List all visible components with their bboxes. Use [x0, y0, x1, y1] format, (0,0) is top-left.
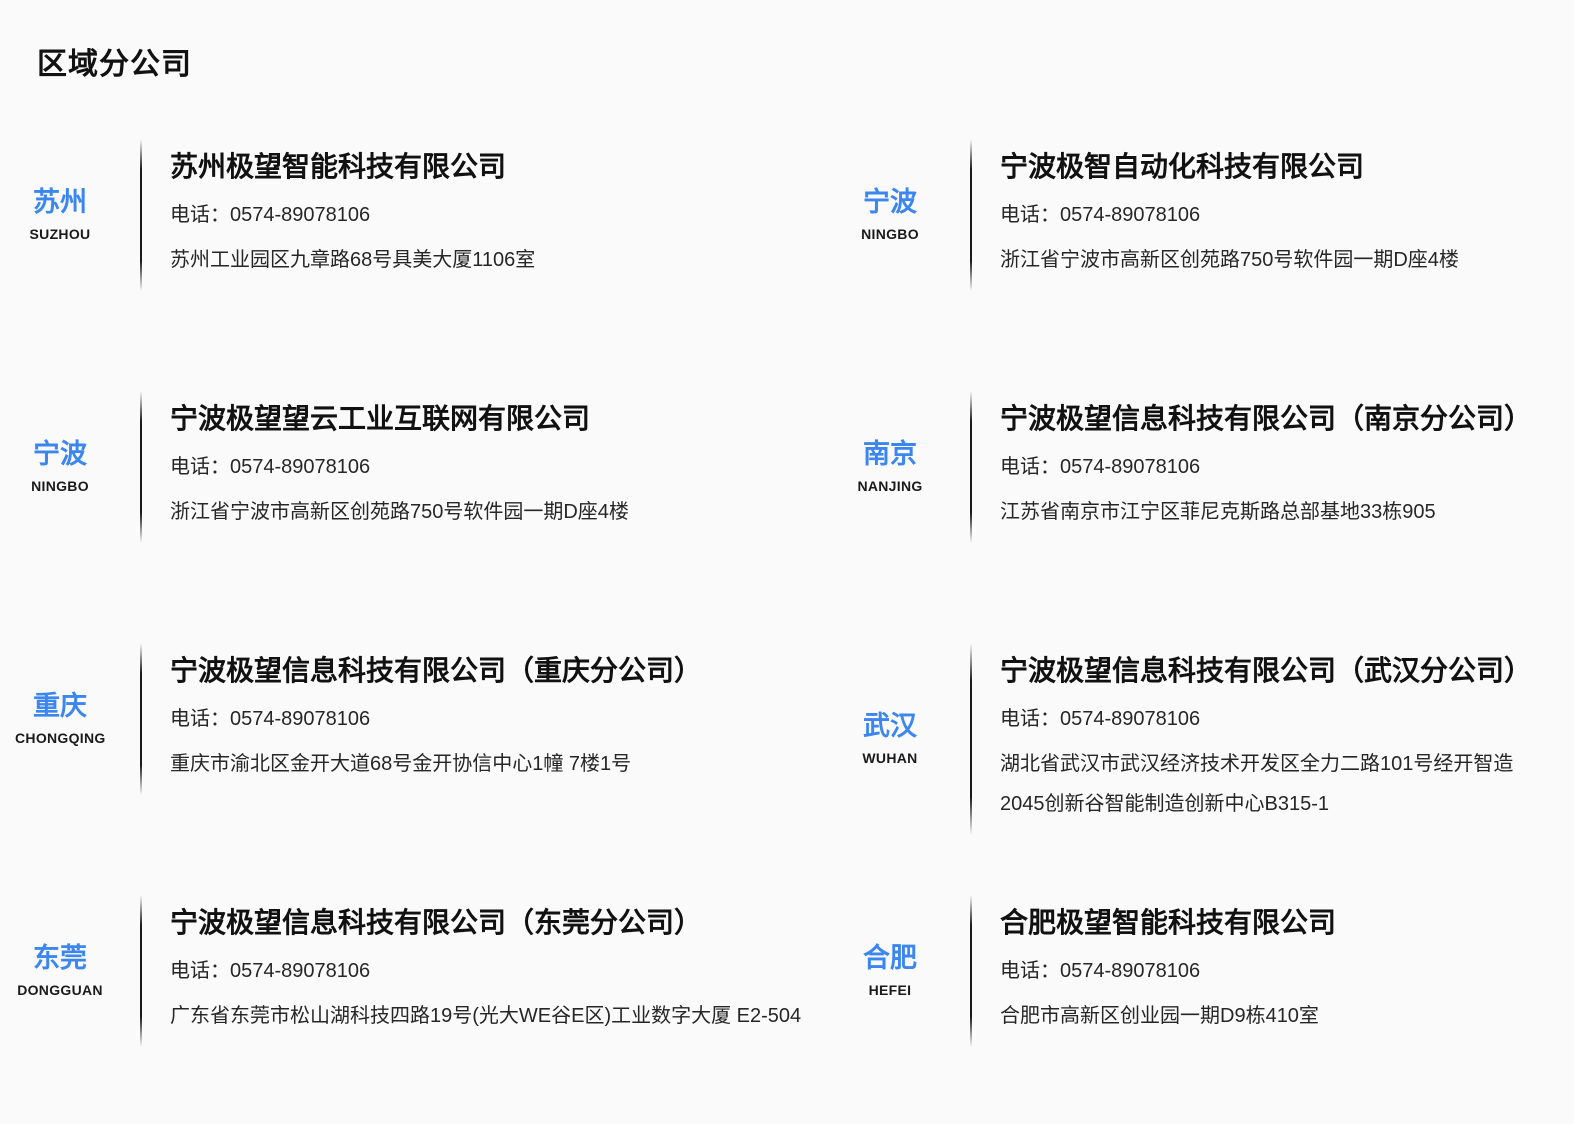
vertical-divider — [140, 643, 142, 796]
branch-city-name-cn: 重庆 — [15, 691, 105, 722]
branch-city-block: 东莞 DONGGUAN — [15, 943, 105, 998]
branch-company-name: 宁波极望信息科技有限公司（武汉分公司） — [1000, 654, 1525, 688]
phone-number: 0574-89078106 — [230, 456, 370, 478]
branch-address: 湖北省武汉市武汉经济技术开发区全力二路101号经开智造2045创新谷智能制造创新… — [1000, 744, 1525, 824]
branch-address: 重庆市渝北区金开大道68号金开协信中心1幢 7楼1号 — [170, 744, 702, 784]
branch-phone: 电话：0574-89078106 — [1000, 203, 1459, 227]
branch-city-name-en: CHONGQING — [15, 730, 105, 746]
vertical-divider — [970, 895, 972, 1048]
branch-city-name-en: DONGGUAN — [15, 982, 105, 998]
branch-company-name: 宁波极望信息科技有限公司（重庆分公司） — [170, 654, 702, 688]
branch-city-name-en: NINGBO — [15, 478, 105, 494]
branch-city-name-cn: 宁波 — [15, 439, 105, 470]
branch-city-block: 重庆 CHONGQING — [15, 691, 105, 746]
phone-label: 电话： — [170, 708, 230, 730]
branch-details: 合肥极望智能科技有限公司 电话：0574-89078106 合肥市高新区创业园一… — [1000, 904, 1336, 1039]
branch-details: 宁波极望信息科技有限公司（武汉分公司） 电话：0574-89078106 湖北省… — [1000, 652, 1525, 827]
branch-address: 广东省东莞市松山湖科技四路19号(光大WE谷E区)工业数字大厦 E2-504 — [170, 996, 801, 1036]
branch-card: 苏州 SUZHOU 苏州极望智能科技有限公司 电话：0574-89078106 … — [15, 148, 845, 283]
branch-phone: 电话：0574-89078106 — [1000, 455, 1525, 479]
phone-label: 电话： — [170, 204, 230, 226]
branch-address: 苏州工业园区九章路68号具美大厦1106室 — [170, 240, 535, 280]
branch-company-name: 宁波极望信息科技有限公司（东莞分公司） — [170, 906, 801, 940]
branch-card: 武汉 WUHAN 宁波极望信息科技有限公司（武汉分公司） 电话：0574-890… — [845, 652, 1574, 827]
branch-company-name: 苏州极望智能科技有限公司 — [170, 150, 535, 184]
branch-city-name-cn: 东莞 — [15, 943, 105, 974]
phone-number: 0574-89078106 — [1060, 204, 1200, 226]
branch-card: 宁波 NINGBO 宁波极智自动化科技有限公司 电话：0574-89078106… — [845, 148, 1574, 283]
phone-label: 电话： — [1000, 960, 1060, 982]
branch-grid: 苏州 SUZHOU 苏州极望智能科技有限公司 电话：0574-89078106 … — [15, 148, 1574, 1124]
branch-city-name-cn: 苏州 — [15, 187, 105, 218]
branch-card: 合肥 HEFEI 合肥极望智能科技有限公司 电话：0574-89078106 合… — [845, 904, 1574, 1039]
branch-city-name-cn: 武汉 — [845, 711, 935, 742]
phone-label: 电话： — [1000, 204, 1060, 226]
vertical-divider — [970, 391, 972, 544]
phone-number: 0574-89078106 — [230, 204, 370, 226]
phone-number: 0574-89078106 — [1060, 456, 1200, 478]
branch-phone: 电话：0574-89078106 — [1000, 959, 1336, 983]
branch-phone: 电话：0574-89078106 — [170, 959, 801, 983]
phone-number: 0574-89078106 — [230, 960, 370, 982]
phone-label: 电话： — [170, 960, 230, 982]
branch-phone: 电话：0574-89078106 — [1000, 707, 1525, 731]
branch-offices-page: 区域分公司 苏州 SUZHOU 苏州极望智能科技有限公司 电话：0574-890… — [0, 0, 1574, 1124]
phone-label: 电话： — [170, 456, 230, 478]
vertical-divider — [140, 391, 142, 544]
branch-card: 重庆 CHONGQING 宁波极望信息科技有限公司（重庆分公司） 电话：0574… — [15, 652, 845, 787]
branch-city-block: 南京 NANJING — [845, 439, 935, 494]
branch-city-name-en: WUHAN — [845, 750, 935, 766]
branch-card: 南京 NANJING 宁波极望信息科技有限公司（南京分公司） 电话：0574-8… — [845, 400, 1574, 535]
branch-city-name-cn: 南京 — [845, 439, 935, 470]
branch-address: 合肥市高新区创业园一期D9栋410室 — [1000, 996, 1336, 1036]
branch-address: 浙江省宁波市高新区创苑路750号软件园一期D座4楼 — [1000, 240, 1459, 280]
branch-city-name-cn: 宁波 — [845, 187, 935, 218]
branch-details: 宁波极望望云工业互联网有限公司 电话：0574-89078106 浙江省宁波市高… — [170, 400, 629, 535]
branch-city-block: 宁波 NINGBO — [845, 187, 935, 242]
branch-address: 江苏省南京市江宁区菲尼克斯路总部基地33栋905 — [1000, 492, 1525, 532]
branch-phone: 电话：0574-89078106 — [170, 455, 629, 479]
branch-company-name: 合肥极望智能科技有限公司 — [1000, 906, 1336, 940]
branch-city-name-en: HEFEI — [845, 982, 935, 998]
branch-city-block: 苏州 SUZHOU — [15, 187, 105, 242]
branch-card: 东莞 DONGGUAN 宁波极望信息科技有限公司（东莞分公司） 电话：0574-… — [15, 904, 845, 1039]
vertical-divider — [970, 643, 972, 836]
phone-number: 0574-89078106 — [1060, 708, 1200, 730]
branch-company-name: 宁波极智自动化科技有限公司 — [1000, 150, 1459, 184]
branch-city-name-en: NINGBO — [845, 226, 935, 242]
phone-label: 电话： — [1000, 456, 1060, 478]
vertical-divider — [970, 139, 972, 292]
branch-city-name-en: NANJING — [845, 478, 935, 494]
branch-city-block: 宁波 NINGBO — [15, 439, 105, 494]
branch-details: 宁波极望信息科技有限公司（东莞分公司） 电话：0574-89078106 广东省… — [170, 904, 801, 1039]
branch-phone: 电话：0574-89078106 — [170, 707, 702, 731]
phone-label: 电话： — [1000, 708, 1060, 730]
branch-card: 宁波 NINGBO 宁波极望望云工业互联网有限公司 电话：0574-890781… — [15, 400, 845, 535]
branch-details: 宁波极望信息科技有限公司（重庆分公司） 电话：0574-89078106 重庆市… — [170, 652, 702, 787]
branch-city-name-en: SUZHOU — [15, 226, 105, 242]
phone-number: 0574-89078106 — [1060, 960, 1200, 982]
page-title: 区域分公司 — [37, 46, 1574, 84]
vertical-divider — [140, 139, 142, 292]
branch-address: 浙江省宁波市高新区创苑路750号软件园一期D座4楼 — [170, 492, 629, 532]
branch-details: 宁波极望信息科技有限公司（南京分公司） 电话：0574-89078106 江苏省… — [1000, 400, 1525, 535]
phone-number: 0574-89078106 — [230, 708, 370, 730]
branch-details: 苏州极望智能科技有限公司 电话：0574-89078106 苏州工业园区九章路6… — [170, 148, 535, 283]
branch-phone: 电话：0574-89078106 — [170, 203, 535, 227]
branch-city-block: 武汉 WUHAN — [845, 711, 935, 766]
vertical-divider — [140, 895, 142, 1048]
branch-company-name: 宁波极望望云工业互联网有限公司 — [170, 402, 629, 436]
branch-city-block: 合肥 HEFEI — [845, 943, 935, 998]
branch-company-name: 宁波极望信息科技有限公司（南京分公司） — [1000, 402, 1525, 436]
branch-details: 宁波极智自动化科技有限公司 电话：0574-89078106 浙江省宁波市高新区… — [1000, 148, 1459, 283]
branch-city-name-cn: 合肥 — [845, 943, 935, 974]
